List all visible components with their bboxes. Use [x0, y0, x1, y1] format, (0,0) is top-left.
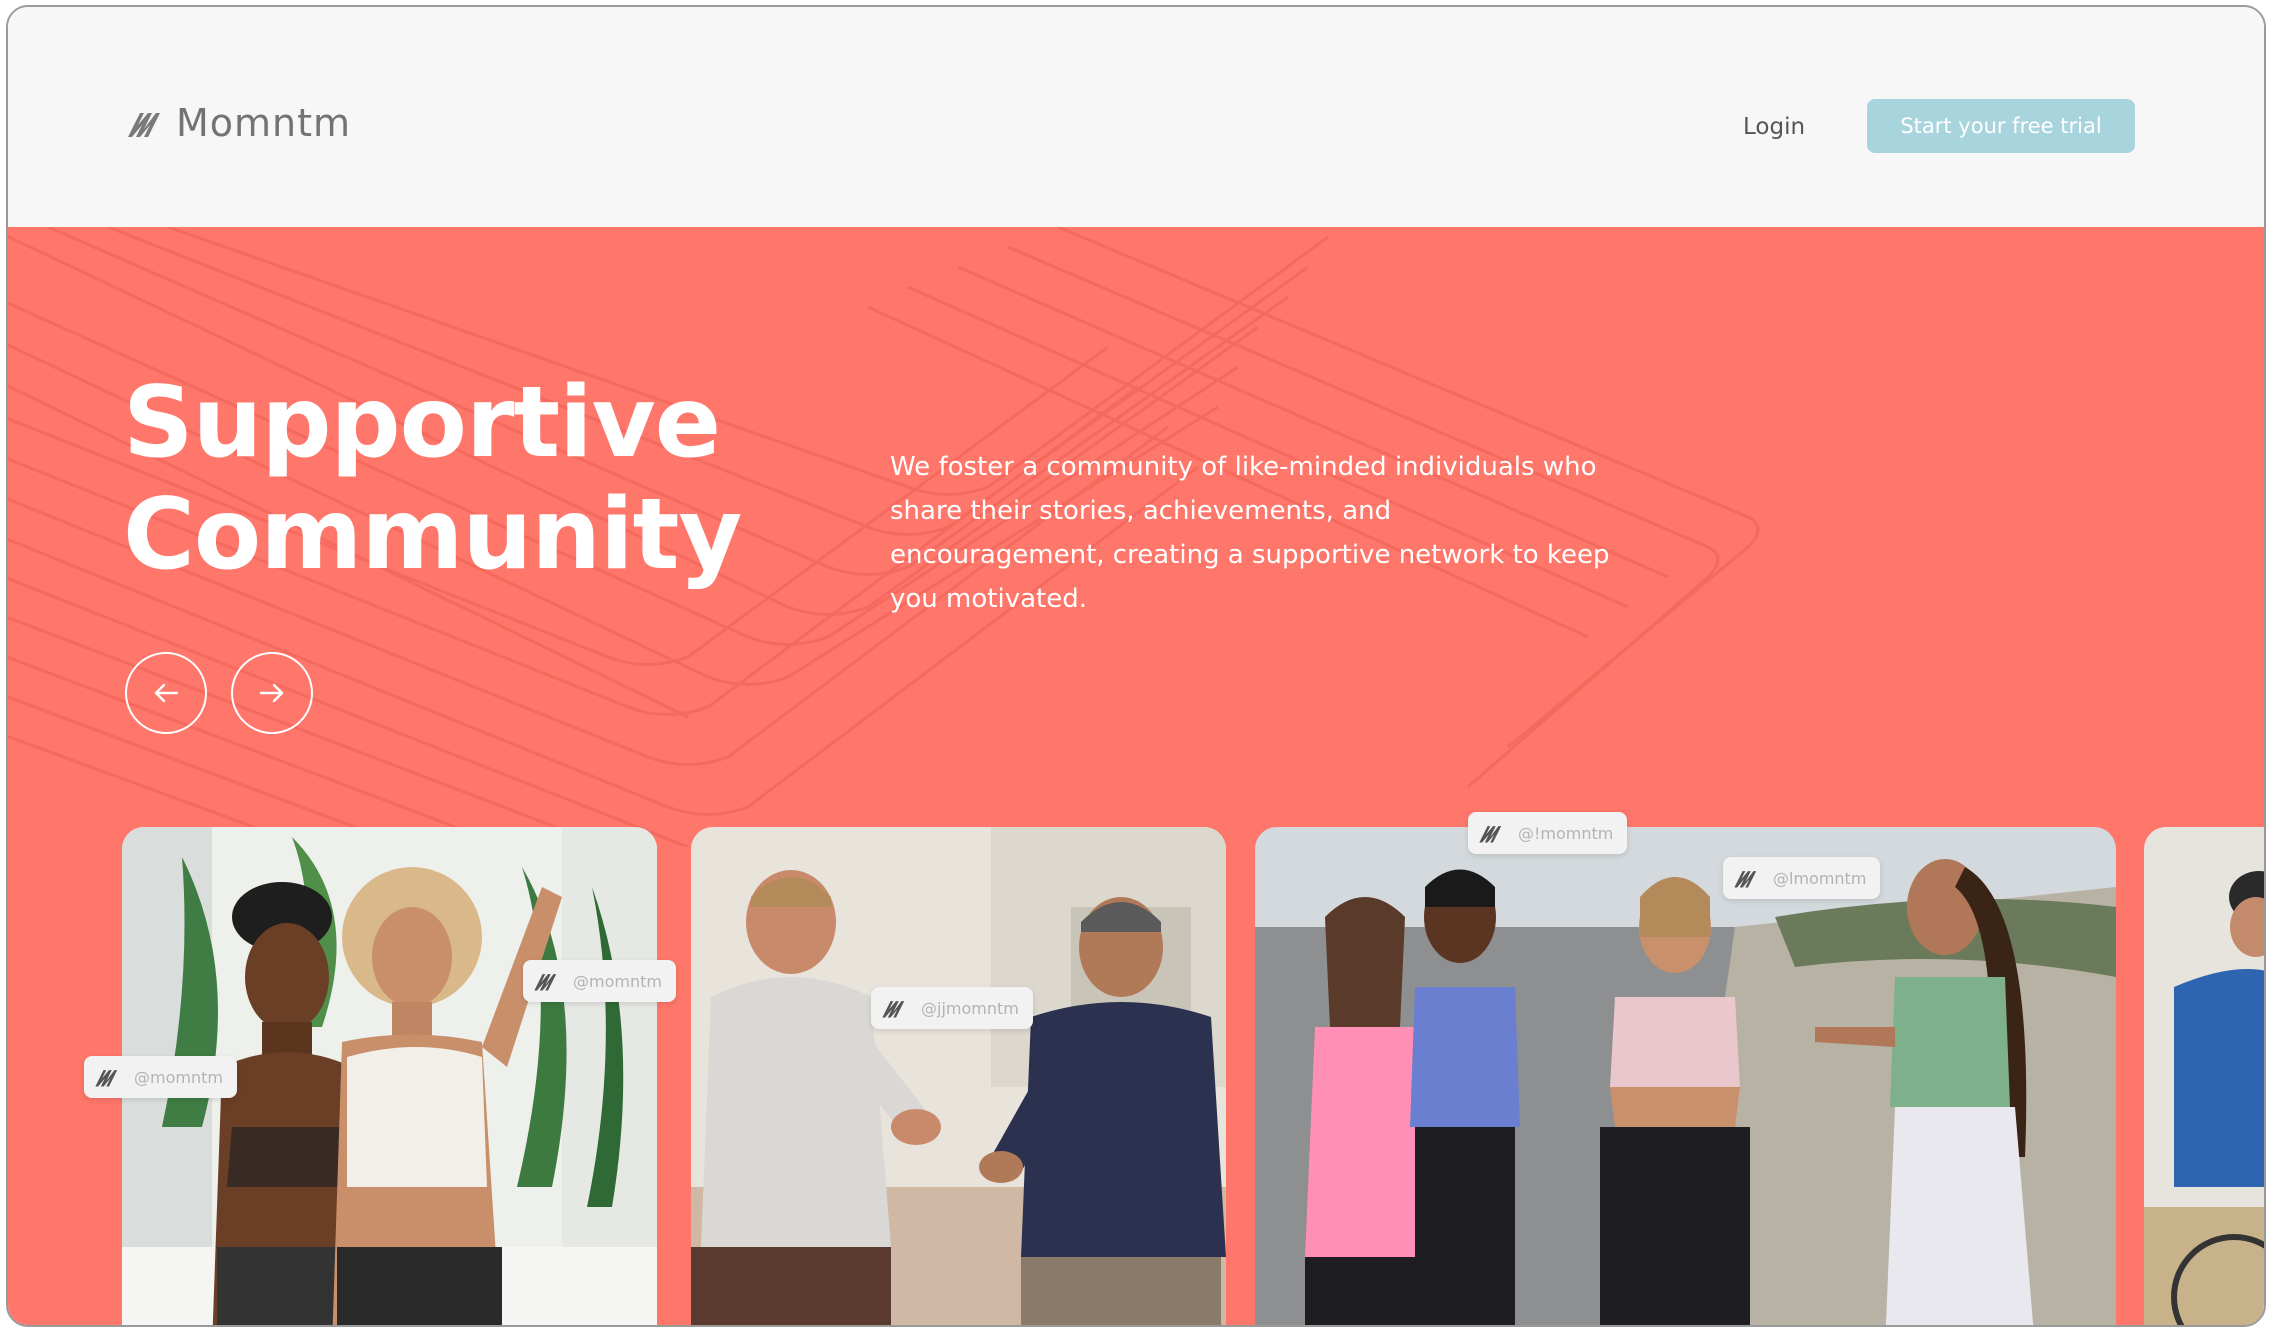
browser-frame: Momntm Login Start your free trial Suppo… [6, 5, 2266, 1327]
arrow-right-icon [259, 683, 284, 703]
logo-text: Momntm [176, 101, 352, 145]
momntm-logo-icon [882, 1001, 905, 1018]
momntm-logo-icon [534, 974, 557, 991]
user-handle: @!momntm [1518, 823, 1614, 843]
hero-title-line-1: Supportive [123, 366, 721, 480]
hero-section: Supportive Community We foster a communi… [8, 227, 2264, 1325]
hero-description: We foster a community of like-minded ind… [890, 452, 1610, 614]
community-photo-card[interactable] [1255, 827, 2116, 1325]
user-handle: @momntm [134, 1067, 223, 1087]
momntm-logo-icon [95, 1070, 118, 1087]
user-handle-tag: @momntm [84, 1056, 237, 1098]
site-header: Momntm Login Start your free trial [8, 7, 2264, 227]
photo-group-of-women [1255, 827, 2116, 1325]
start-free-trial-button[interactable]: Start your free trial [1867, 99, 2135, 153]
user-handle-tag: @!momntm [1468, 812, 1628, 854]
user-handle-tag: @lmomntm [1723, 857, 1881, 899]
photo-cyclist [2144, 827, 2264, 1325]
hero-title: Supportive Community [123, 366, 742, 592]
community-photo-card[interactable] [691, 827, 1226, 1325]
user-handle-tag: @momntm [523, 960, 676, 1002]
login-link[interactable]: Login [1743, 114, 1805, 140]
carousel-next-button[interactable] [231, 652, 313, 734]
user-handle: @jjmomntm [921, 998, 1019, 1018]
momntm-logo-icon [1479, 826, 1502, 843]
arrow-left-icon [154, 683, 179, 703]
user-handle-tag: @jjmomntm [871, 987, 1033, 1029]
community-photo-card[interactable] [2144, 827, 2264, 1325]
hero-title-line-2: Community [123, 478, 742, 592]
brand-logo[interactable]: Momntm [126, 101, 352, 145]
user-handle: @momntm [573, 971, 662, 991]
carousel-prev-button[interactable] [125, 652, 207, 734]
momntm-logo-icon [128, 113, 160, 137]
user-handle: @lmomntm [1773, 868, 1867, 888]
photo-two-men-running [691, 827, 1226, 1325]
momntm-logo-icon [1734, 871, 1757, 888]
